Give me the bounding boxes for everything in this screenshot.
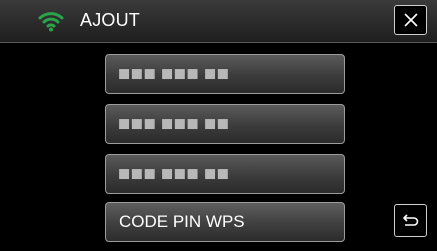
network-item-2[interactable]: ■■■ ■■■ ■■ [105,104,345,144]
back-icon [403,214,419,226]
network-item-1[interactable]: ■■■ ■■■ ■■ [105,54,345,94]
masked-network-name: ■■■ ■■■ ■■ [118,66,230,82]
network-item-3[interactable]: ■■■ ■■■ ■■ [105,154,345,194]
close-button[interactable] [394,5,427,35]
close-icon [404,13,418,27]
wifi-icon [38,10,64,32]
wps-pin-code-label: CODE PIN WPS [119,212,245,231]
masked-network-name: ■■■ ■■■ ■■ [118,116,230,132]
page-title: AJOUT [80,10,141,30]
wps-pin-code-button[interactable]: CODE PIN WPS [105,202,345,242]
back-button[interactable] [394,204,427,237]
masked-network-name: ■■■ ■■■ ■■ [118,166,230,182]
screen: AJOUT ■■■ ■■■ ■■ ■■■ ■■■ ■■ ■■■ ■■■ ■■ C… [0,0,437,251]
header-bar: AJOUT [0,0,437,43]
